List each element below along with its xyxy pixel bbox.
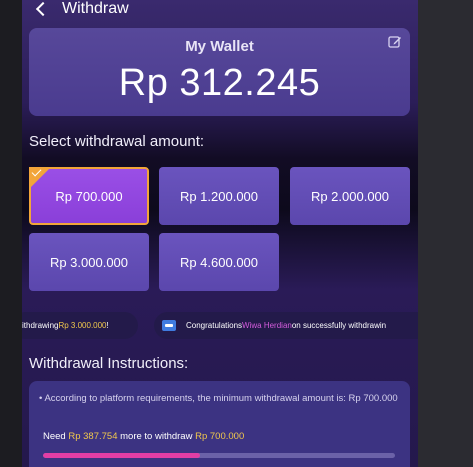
withdraw-progress-bar [43, 453, 395, 458]
back-arrow-icon[interactable] [35, 1, 51, 17]
amount-option-label: Rp 4.600.000 [179, 254, 259, 270]
message-icon [162, 320, 176, 331]
wallet-title: My Wallet [185, 38, 254, 55]
select-amount-label: Select withdrawal amount: [29, 133, 205, 150]
progress-fill [43, 453, 200, 458]
instructions-card: • According to platform requirements, th… [29, 381, 410, 467]
amount-option-4600000[interactable]: Rp 4.600.000 [159, 233, 279, 291]
left-background [0, 0, 22, 467]
wallet-card: My Wallet Rp 312.245 [29, 28, 410, 116]
selected-check-icon [29, 167, 51, 189]
amount-option-label: Rp 1.200.000 [179, 188, 259, 204]
amount-option-label: Rp 2.000.000 [310, 188, 390, 204]
withdraw-screen: Withdraw My Wallet Rp 312.245 Select wit… [22, 0, 418, 467]
amount-option-3000000[interactable]: Rp 3.000.000 [29, 233, 149, 291]
edit-icon[interactable] [388, 35, 402, 49]
amount-option-label: Rp 3.000.000 [49, 254, 129, 270]
wallet-balance: Rp 312.245 [118, 62, 321, 104]
need-more-text: Need Rp 387.754 more to withdraw Rp 700.… [43, 431, 245, 442]
page-title: Withdraw [62, 0, 129, 17]
header: Withdraw [34, 0, 129, 18]
instructions-title: Withdrawal Instructions: [29, 355, 189, 372]
withdraw-ticker: ithdrawing Rp 3.000.000! Congratulations… [22, 312, 418, 340]
amount-option-label: Rp 700.000 [55, 188, 123, 204]
amount-option-2000000[interactable]: Rp 2.000.000 [290, 167, 410, 225]
ticker-item: ithdrawing Rp 3.000.000! [22, 312, 138, 339]
instruction-rule: • According to platform requirements, th… [39, 393, 398, 404]
right-background [418, 0, 473, 467]
ticker-item: Congratulations Wiwa Herdian on successf… [154, 312, 418, 339]
amount-option-1200000[interactable]: Rp 1.200.000 [159, 167, 279, 225]
amount-option-700000[interactable]: Rp 700.000 [29, 167, 149, 225]
